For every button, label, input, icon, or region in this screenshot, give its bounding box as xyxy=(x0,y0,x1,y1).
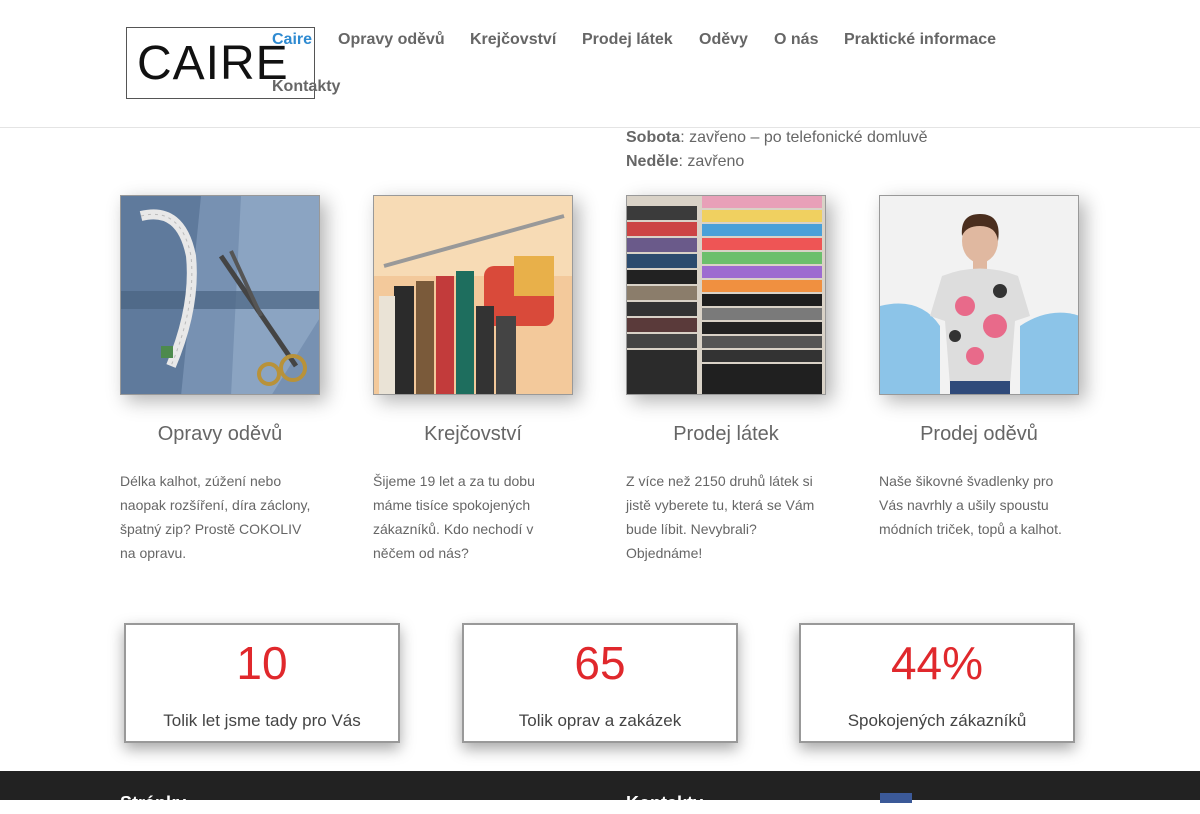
opening-hours: Sobota: zavřeno – po telefonické domluvě… xyxy=(626,126,927,174)
nav-item-odevy[interactable]: Oděvy xyxy=(699,31,748,49)
nav-item-krejcovstvi[interactable]: Krejčovství xyxy=(470,31,556,49)
nav-item-opravy[interactable]: Opravy oděvů xyxy=(338,31,445,49)
counter-label: Tolik oprav a zakázek xyxy=(518,711,682,730)
counter-value: 10 xyxy=(236,637,288,689)
counter-label: Tolik let jsme tady pro Vás xyxy=(163,711,361,730)
counter-satisfied: 44% Spokojených zákazníků xyxy=(799,623,1075,743)
nav-item-o-nas[interactable]: O nás xyxy=(774,31,818,49)
service-title: Prodej látek xyxy=(673,423,779,445)
footer-heading-contacts: Kontakty xyxy=(626,793,704,813)
hours-sunday: Neděle: zavřeno xyxy=(626,153,745,170)
nav-item-caire[interactable]: Caire xyxy=(272,31,312,49)
service-description: Šijeme 19 let a za tu dobu máme tisíce s… xyxy=(373,473,535,561)
service-description: Naše šikovné švadlenky pro Vás navrhly a… xyxy=(879,473,1062,537)
service-prodej-odevu: Prodej oděvů Naše šikovné švadlenky pro … xyxy=(879,195,1079,541)
clothing-rack-photo[interactable] xyxy=(373,195,573,395)
logo-text: CAIRE xyxy=(137,37,289,90)
service-opravy: Opravy oděvů Délka kalhot, zúžení nebo n… xyxy=(120,195,320,565)
counter-orders: 65 Tolik oprav a zakázek xyxy=(462,623,738,743)
service-prodej-latek: Prodej látek Z více než 2150 druhů látek… xyxy=(626,195,826,565)
service-krejcovstvi: Krejčovství Šijeme 19 let a za tu dobu m… xyxy=(373,195,573,565)
service-description: Z více než 2150 druhů látek si jistě vyb… xyxy=(626,473,815,561)
nav-item-kontakty[interactable]: Kontakty xyxy=(272,78,340,96)
counter-value: 44% xyxy=(890,637,984,689)
nav-item-prakticke-informace[interactable]: Praktické informace xyxy=(844,31,996,49)
fabric-stacks-photo[interactable] xyxy=(626,195,826,395)
site-footer: Stránky Kontakty xyxy=(0,771,1200,813)
hours-saturday: Sobota: zavřeno – po telefonické domluvě xyxy=(626,129,928,146)
site-header: CAIRE Caire Opravy oděvů Krejčovství Pro… xyxy=(0,0,1200,128)
counter-value: 65 xyxy=(574,637,626,689)
jeans-scissors-photo[interactable] xyxy=(120,195,320,395)
footer-heading-pages: Stránky xyxy=(120,793,187,813)
counter-label: Spokojených zákazníků xyxy=(847,711,1027,730)
service-title: Krejčovství xyxy=(424,423,522,445)
nav-item-prodej-latek[interactable]: Prodej látek xyxy=(582,31,673,49)
service-title: Opravy oděvů xyxy=(157,423,283,445)
facebook-icon[interactable] xyxy=(880,793,912,803)
service-description: Délka kalhot, zúžení nebo naopak rozšíře… xyxy=(120,473,311,561)
service-title: Prodej oděvů xyxy=(920,423,1038,445)
woman-top-photo[interactable] xyxy=(879,195,1079,395)
counter-years: 10 Tolik let jsme tady pro Vás xyxy=(124,623,400,743)
